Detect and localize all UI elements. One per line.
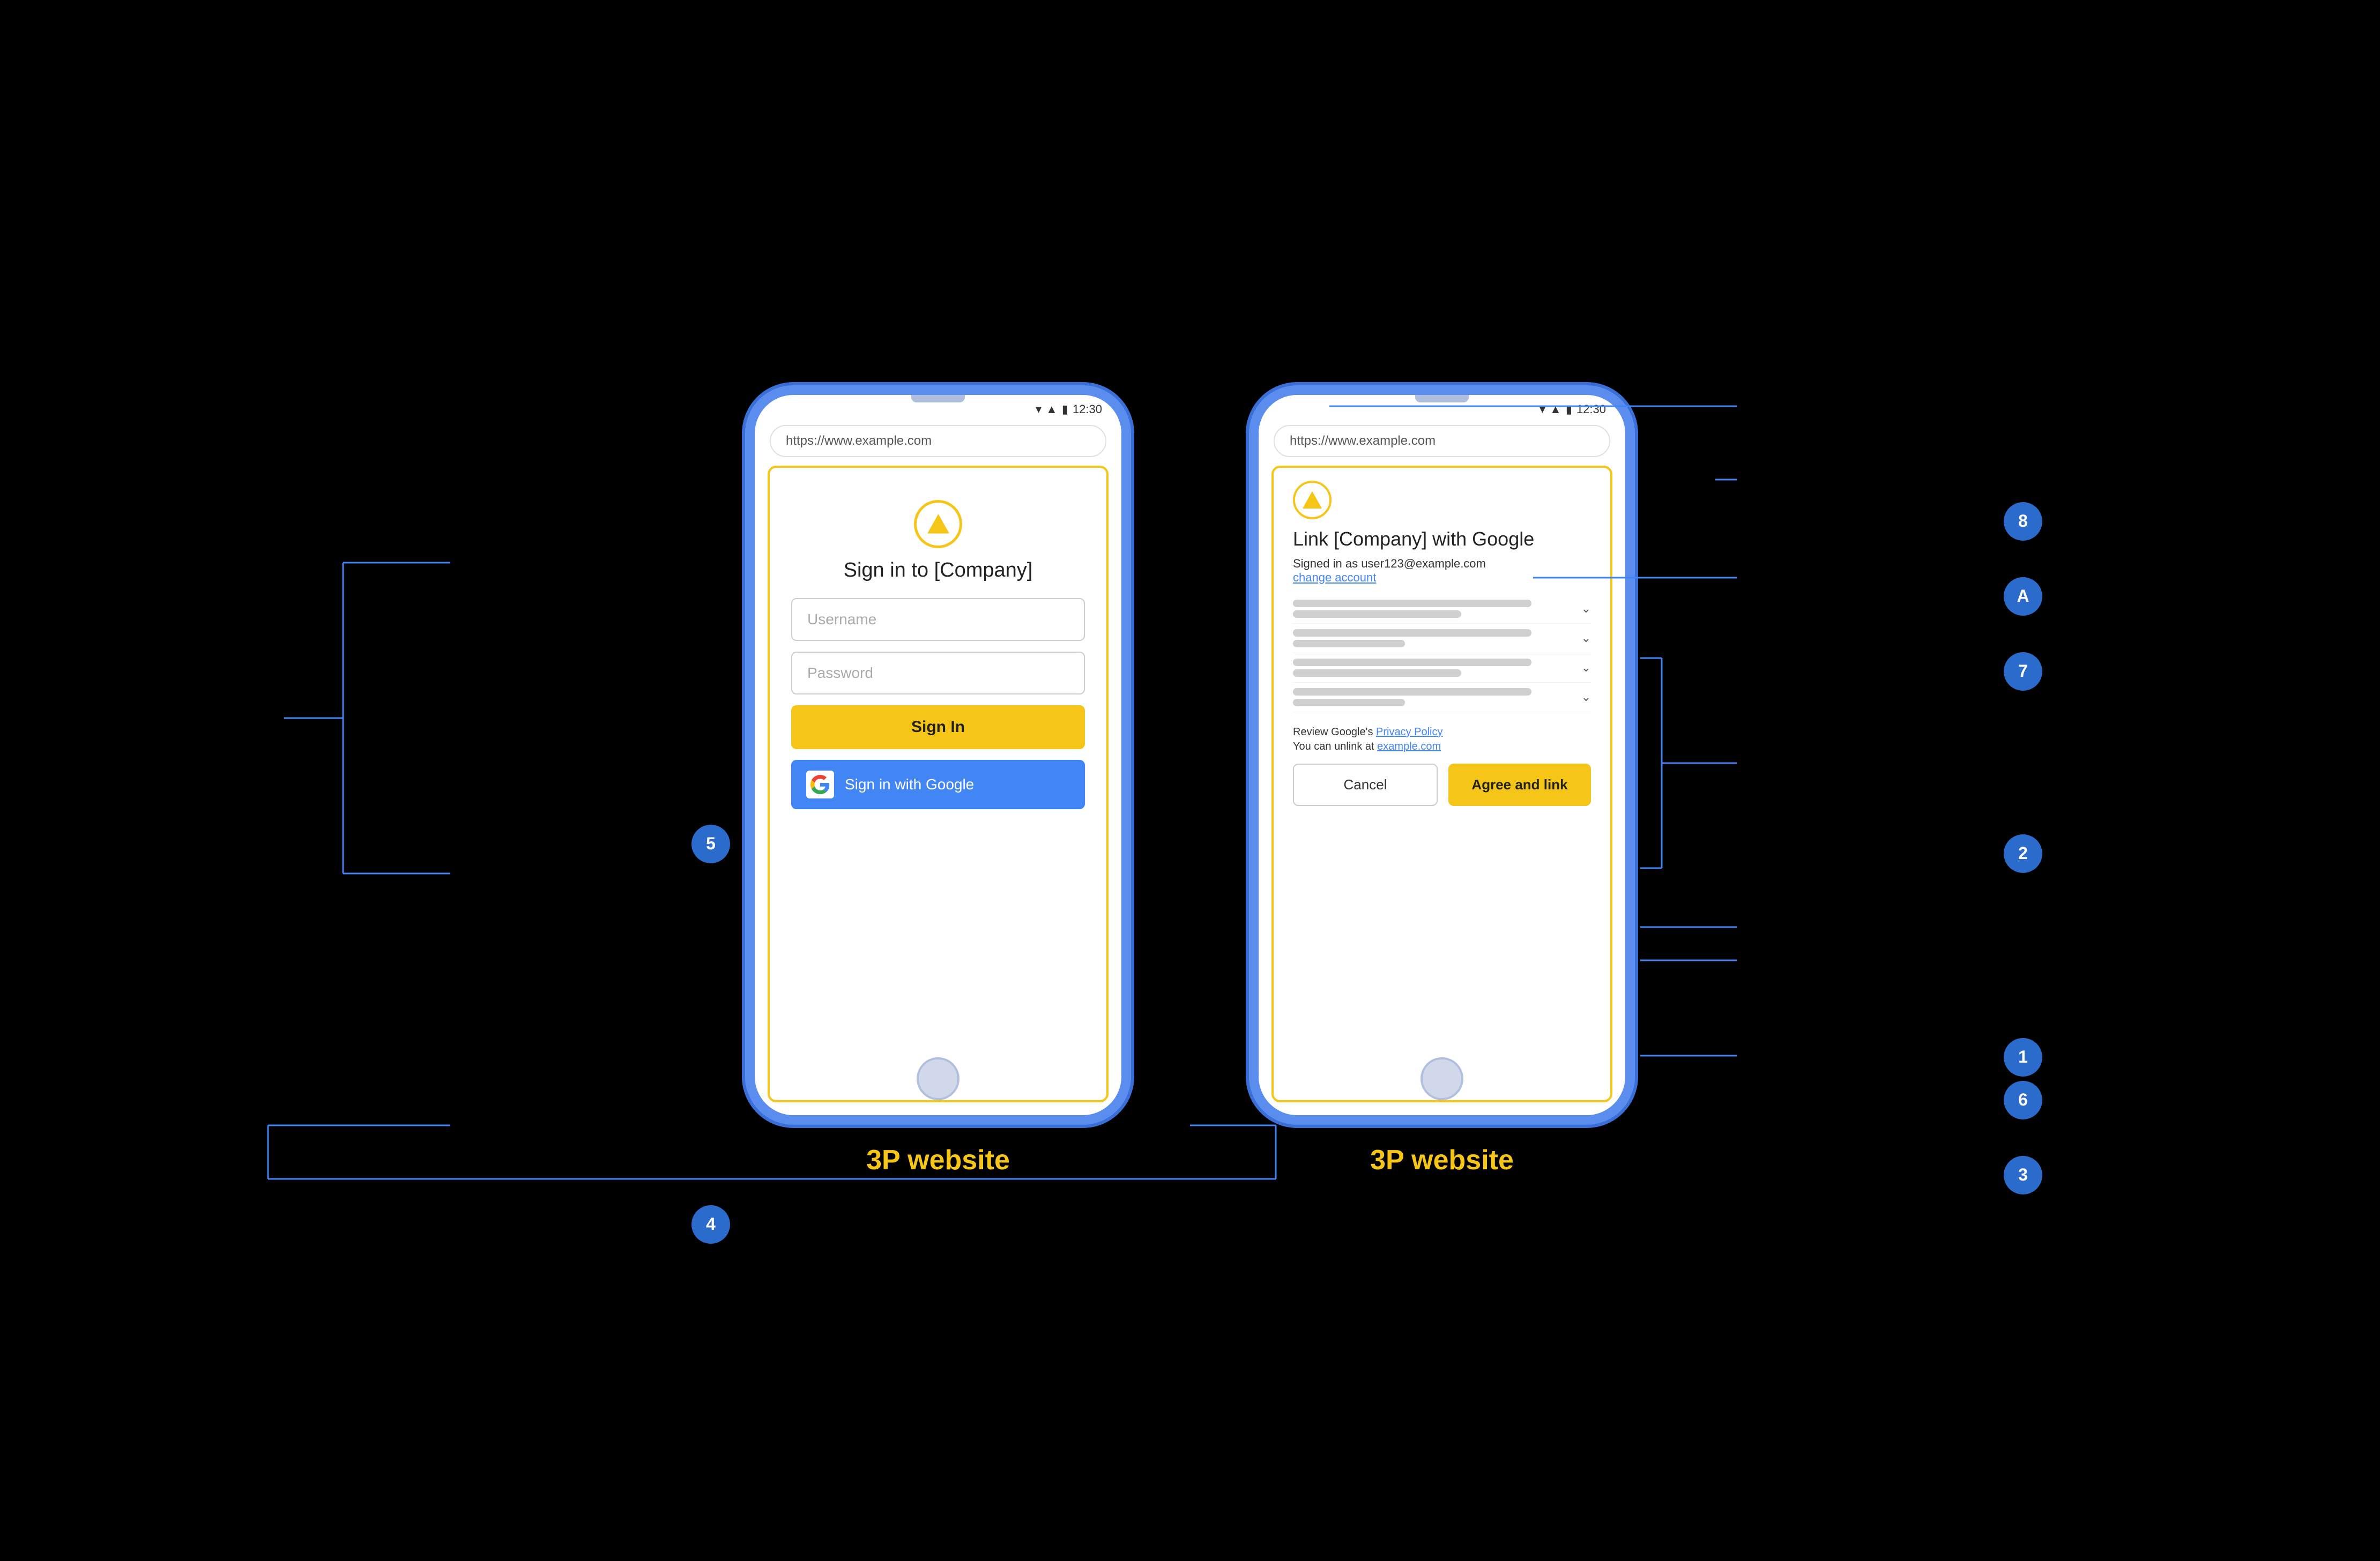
right-screen-content: Link [Company] with Google Signed in as … <box>1271 466 1612 1102</box>
pbar <box>1293 629 1531 637</box>
triangle-icon-right <box>1301 489 1323 511</box>
chevron-icon-3: ⌄ <box>1581 661 1591 675</box>
left-screen-content: Sign in to [Company] Username Password S… <box>768 466 1109 1102</box>
home-button-left[interactable] <box>917 1057 960 1100</box>
battery-icon: ▮ <box>1062 402 1068 416</box>
left-phone-wrapper: ▾ ▲ ▮ 12:30 https://www.example.com <box>745 385 1131 1176</box>
username-placeholder: Username <box>807 611 876 628</box>
permission-bars-2 <box>1293 629 1574 647</box>
company-logo-left <box>914 500 962 548</box>
unlink-prefix: You can unlink at <box>1293 741 1377 752</box>
permission-bars-4 <box>1293 688 1574 706</box>
annotation-6: 6 <box>2004 1081 2042 1119</box>
annotation-3: 3 <box>2004 1156 2042 1194</box>
browser-bar-left: https://www.example.com <box>770 425 1106 457</box>
pbar <box>1293 659 1531 666</box>
right-phone: ▾ ▲ ▮ 12:30 https://www.example.com <box>1249 385 1635 1125</box>
wifi-icon: ▾ <box>1036 402 1042 416</box>
action-buttons: Cancel Agree and link <box>1293 764 1591 806</box>
permission-bars-1 <box>1293 600 1574 618</box>
signal-icon-right: ▲ <box>1550 402 1561 416</box>
permission-bars-3 <box>1293 659 1574 677</box>
right-phone-wrapper: ▾ ▲ ▮ 12:30 https://www.example.com <box>1249 385 1635 1176</box>
chevron-icon-1: ⌄ <box>1581 602 1591 616</box>
sign-in-button[interactable]: Sign In <box>791 705 1085 749</box>
username-field[interactable]: Username <box>791 598 1085 641</box>
scene: ▾ ▲ ▮ 12:30 https://www.example.com <box>0 0 2380 1561</box>
status-time-left: 12:30 <box>1073 402 1102 416</box>
annotation-2: 2 <box>2004 834 2042 873</box>
annotation-4: 4 <box>691 1205 730 1244</box>
pbar <box>1293 669 1461 677</box>
pbar <box>1293 699 1405 706</box>
cancel-button[interactable]: Cancel <box>1293 764 1438 806</box>
status-icons-right: ▾ ▲ ▮ 12:30 <box>1539 402 1606 416</box>
privacy-policy-link[interactable]: Privacy Policy <box>1376 726 1442 738</box>
phone-notch-left <box>911 395 965 402</box>
permission-item-2[interactable]: ⌄ <box>1293 624 1591 653</box>
policy-text: Review Google's Privacy Policy <box>1293 726 1591 738</box>
permission-item-1[interactable]: ⌄ <box>1293 594 1591 624</box>
google-btn-label: Sign in with Google <box>845 776 974 793</box>
unlink-text: You can unlink at example.com <box>1293 741 1591 753</box>
change-account-link[interactable]: change account <box>1293 571 1591 585</box>
chevron-icon-4: ⌄ <box>1581 690 1591 704</box>
permission-item-4[interactable]: ⌄ <box>1293 683 1591 712</box>
password-placeholder: Password <box>807 664 873 681</box>
triangle-icon-left <box>926 512 950 536</box>
annotation-7: 7 <box>2004 652 2042 691</box>
right-phone-label: 3P website <box>1370 1144 1514 1176</box>
password-field[interactable]: Password <box>791 652 1085 694</box>
chevron-icon-2: ⌄ <box>1581 631 1591 645</box>
pbar <box>1293 640 1405 647</box>
google-g-icon <box>810 775 830 794</box>
annotation-8: 8 <box>2004 502 2042 541</box>
pbar <box>1293 600 1531 607</box>
google-icon-box <box>806 771 834 798</box>
wifi-icon-right: ▾ <box>1539 402 1545 416</box>
permissions-list: ⌄ ⌄ <box>1293 594 1591 712</box>
signed-in-text: Signed in as user123@example.com <box>1293 557 1591 571</box>
browser-bar-right: https://www.example.com <box>1274 425 1610 457</box>
pbar <box>1293 610 1461 618</box>
unlink-link[interactable]: example.com <box>1377 741 1441 752</box>
agree-button[interactable]: Agree and link <box>1448 764 1591 806</box>
url-right: https://www.example.com <box>1290 434 1436 448</box>
sign-in-title: Sign in to [Company] <box>844 559 1033 582</box>
annotation-1: 1 <box>2004 1038 2042 1077</box>
link-title: Link [Company] with Google <box>1293 528 1591 550</box>
right-phone-inner: ▾ ▲ ▮ 12:30 https://www.example.com <box>1259 395 1625 1115</box>
permission-item-3[interactable]: ⌄ <box>1293 653 1591 683</box>
url-left: https://www.example.com <box>786 434 932 448</box>
status-time-right: 12:30 <box>1576 402 1606 416</box>
left-phone: ▾ ▲ ▮ 12:30 https://www.example.com <box>745 385 1131 1125</box>
phone-notch-right <box>1415 395 1469 402</box>
annotation-5: 5 <box>691 825 730 863</box>
company-logo-right <box>1293 481 1332 519</box>
annotation-A: A <box>2004 577 2042 616</box>
pbar <box>1293 688 1531 696</box>
status-icons-left: ▾ ▲ ▮ 12:30 <box>1036 402 1102 416</box>
home-button-right[interactable] <box>1420 1057 1463 1100</box>
left-phone-label: 3P website <box>866 1144 1010 1176</box>
left-phone-inner: ▾ ▲ ▮ 12:30 https://www.example.com <box>755 395 1121 1115</box>
review-text: Review Google's <box>1293 726 1376 738</box>
google-sign-in-button[interactable]: Sign in with Google <box>791 760 1085 809</box>
signal-icon: ▲ <box>1046 402 1058 416</box>
battery-icon-right: ▮ <box>1566 402 1572 416</box>
